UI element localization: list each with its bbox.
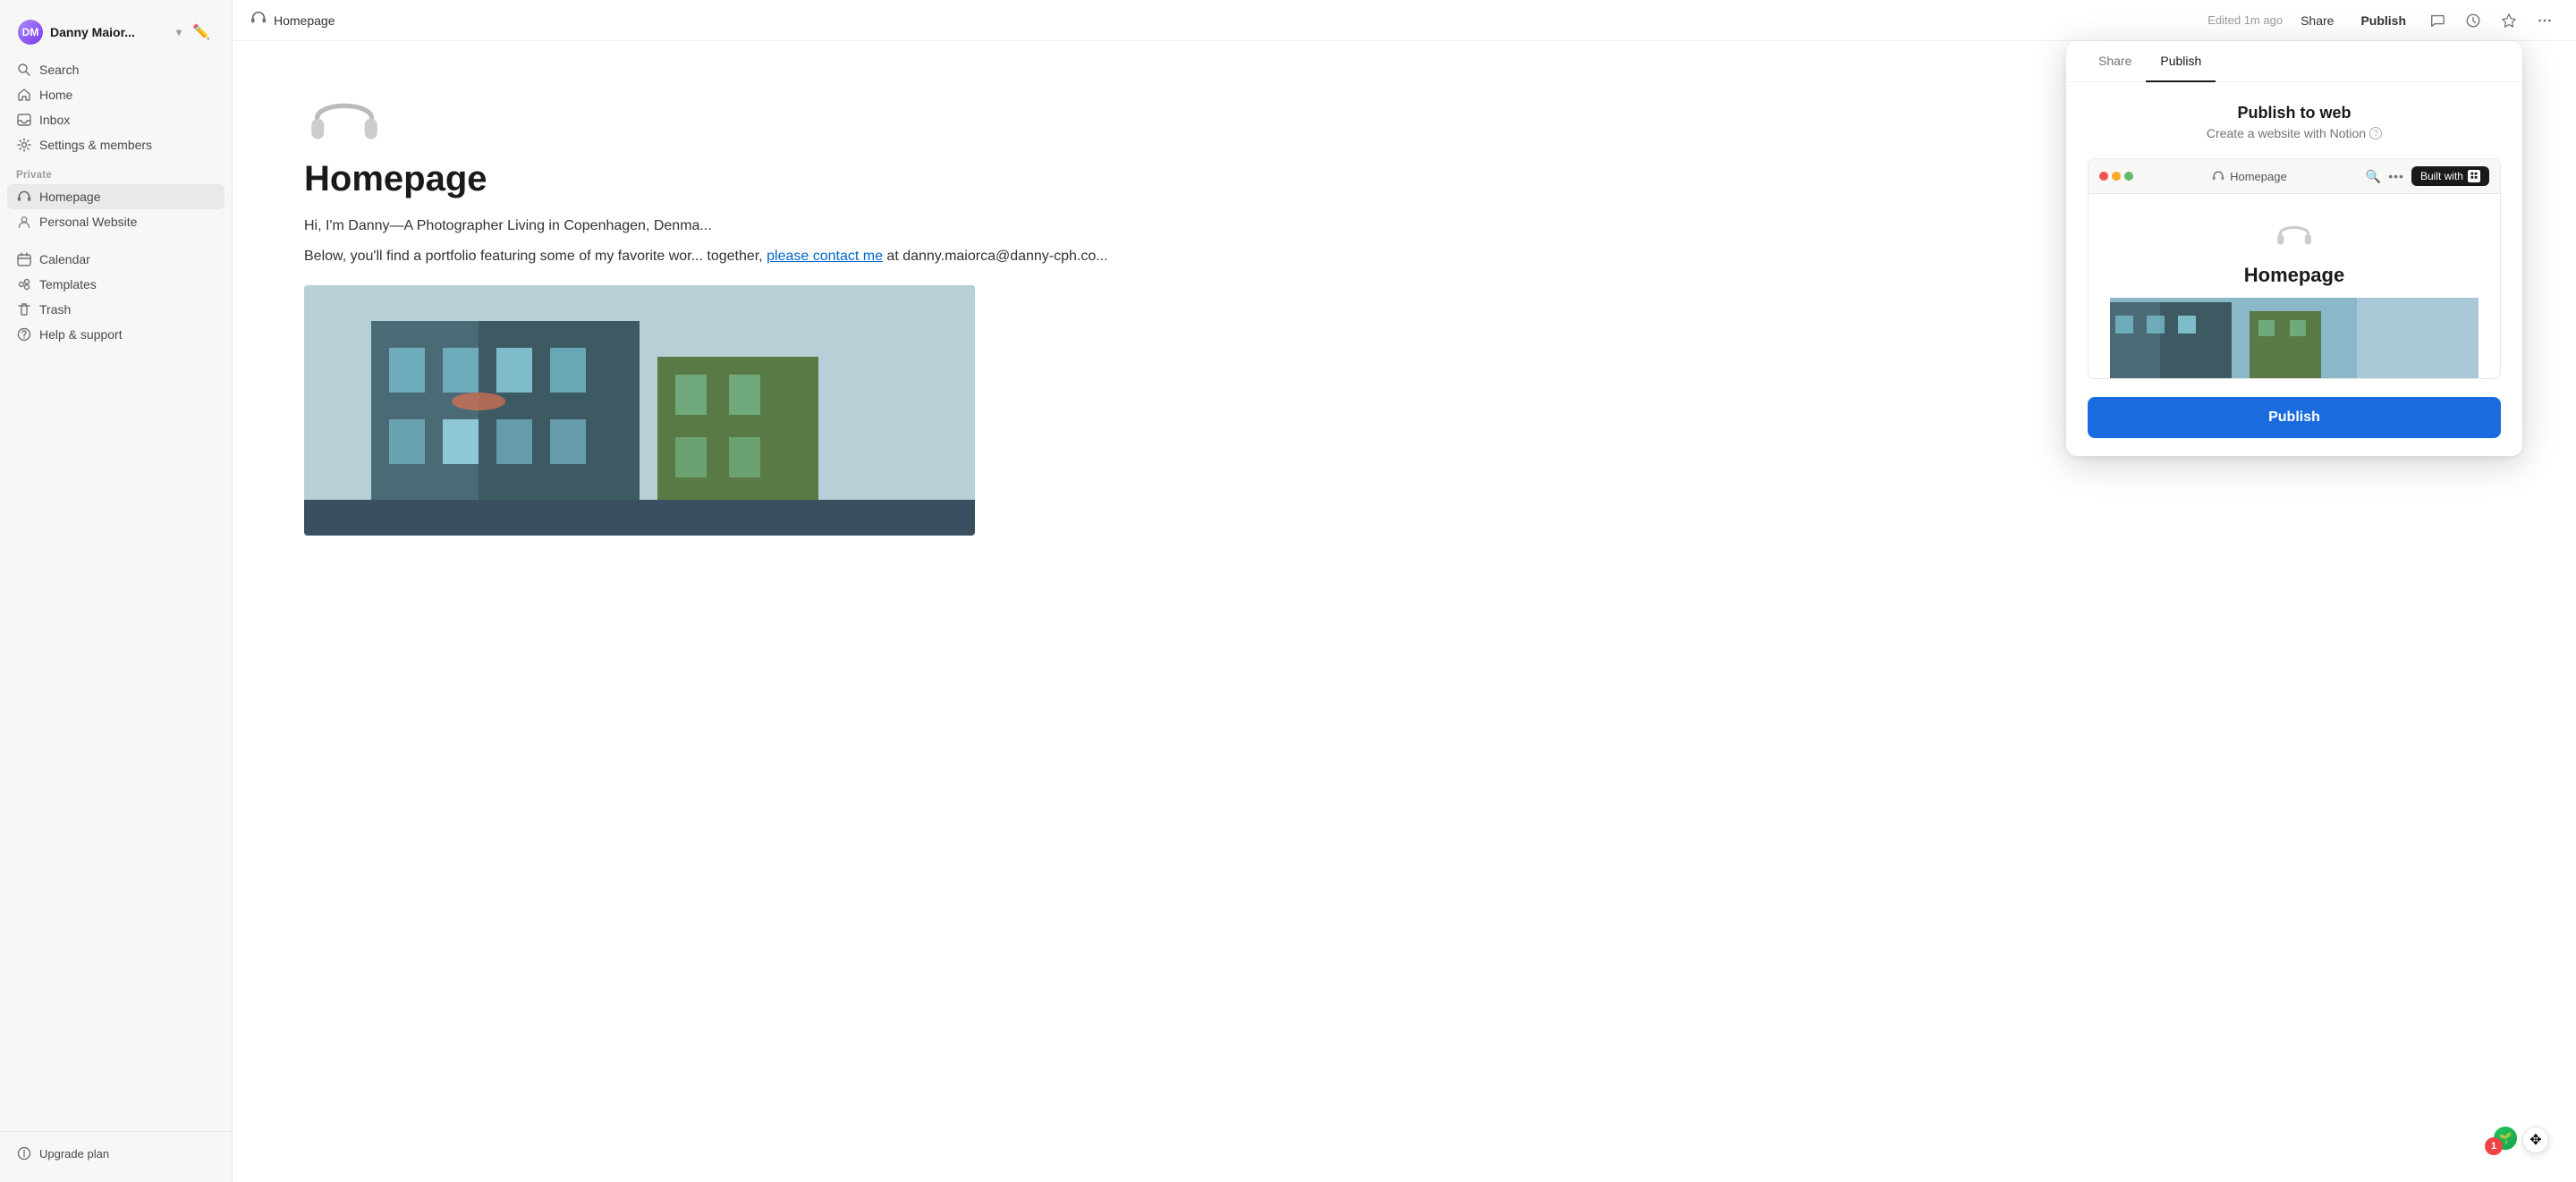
info-icon: ? xyxy=(2369,127,2382,139)
gear-icon xyxy=(16,137,32,153)
avatar: DM xyxy=(18,20,43,45)
user-menu[interactable]: DM Danny Maior... ▾ ✏️ xyxy=(9,14,223,50)
home-icon xyxy=(16,87,32,103)
user-name: Danny Maior... xyxy=(50,25,169,39)
preview-headphone-icon xyxy=(2273,212,2316,255)
modal-subtitle: Create a website with Notion ? xyxy=(2088,126,2501,140)
sidebar-item-calendar[interactable]: Calendar xyxy=(7,247,225,272)
comment-button[interactable] xyxy=(2424,9,2451,32)
sidebar-item-label: Inbox xyxy=(39,113,70,127)
upgrade-plan-button[interactable]: Upgrade plan xyxy=(7,1139,225,1168)
topbar-page-title: Homepage xyxy=(274,13,335,28)
sidebar-item-label: Search xyxy=(39,63,79,77)
sidebar: DM Danny Maior... ▾ ✏️ Search Home Inbox xyxy=(0,0,233,1182)
modal-tabs: Share Publish xyxy=(2066,41,2522,82)
trash-icon xyxy=(16,301,32,317)
sidebar-item-label: Templates xyxy=(39,277,97,291)
section-label: Private xyxy=(0,161,232,182)
modal-body: Publish to web Create a website with Not… xyxy=(2066,82,2522,456)
share-button[interactable]: Share xyxy=(2292,10,2343,31)
sidebar-nav: Search Home Inbox Settings & members xyxy=(0,54,232,161)
topbar-right: Edited 1m ago Share Publish xyxy=(2207,9,2558,32)
search-icon xyxy=(16,62,32,78)
preview-content: Homepage xyxy=(2089,194,2500,378)
inbox-icon xyxy=(16,112,32,128)
help-icon xyxy=(16,326,32,342)
more-options-button[interactable] xyxy=(2531,9,2558,32)
built-with-text: Built with xyxy=(2420,170,2463,182)
headphones-icon xyxy=(16,189,32,205)
preview-page-title: Homepage xyxy=(2110,264,2479,287)
preview-more-icon[interactable]: ••• xyxy=(2388,169,2404,183)
floating-avatars: 🌱 1 ✥ xyxy=(2492,1125,2549,1155)
page-item-label: Homepage xyxy=(39,190,101,204)
sidebar-item-settings[interactable]: Settings & members xyxy=(7,132,225,157)
preview-search-icon[interactable]: 🔍 xyxy=(2366,169,2381,184)
tab-share[interactable]: Share xyxy=(2084,41,2146,82)
preview-window: Homepage 🔍 ••• Built with xyxy=(2088,158,2501,379)
move-cursor-button[interactable]: ✥ xyxy=(2522,1127,2549,1153)
sidebar-item-templates[interactable]: Templates xyxy=(7,272,225,297)
contact-link[interactable]: please contact me xyxy=(767,249,883,264)
page-header-icon xyxy=(304,77,385,157)
sidebar-item-search[interactable]: Search xyxy=(7,57,225,82)
dot-green xyxy=(2124,172,2133,181)
page-cover-image xyxy=(304,285,975,536)
edited-timestamp: Edited 1m ago xyxy=(2207,13,2283,27)
calendar-icon xyxy=(16,251,32,267)
sidebar-item-home[interactable]: Home xyxy=(7,82,225,107)
preview-cover-image xyxy=(2110,298,2479,378)
sidebar-item-label: Home xyxy=(39,88,72,102)
sidebar-item-trash[interactable]: Trash xyxy=(7,297,225,322)
sidebar-item-label: Trash xyxy=(39,302,71,317)
history-button[interactable] xyxy=(2460,9,2487,32)
sidebar-item-inbox[interactable]: Inbox xyxy=(7,107,225,132)
sidebar-item-label: Calendar xyxy=(39,252,90,266)
preview-page-label: Homepage xyxy=(2212,170,2287,183)
dot-red xyxy=(2099,172,2108,181)
preview-toolbar: Homepage 🔍 ••• Built with xyxy=(2089,159,2500,194)
preview-actions: 🔍 ••• Built with xyxy=(2366,166,2489,186)
avatar-container: 🌱 1 xyxy=(2492,1125,2519,1155)
topbar-left: Homepage xyxy=(250,10,335,30)
upgrade-label: Upgrade plan xyxy=(39,1147,109,1161)
modal-publish-button[interactable]: Publish xyxy=(2088,397,2501,438)
upgrade-icon xyxy=(16,1145,32,1161)
dot-yellow xyxy=(2112,172,2121,181)
topbar-page-icon xyxy=(250,10,267,30)
preview-title-label: Homepage xyxy=(2230,170,2287,183)
modal-title: Publish to web xyxy=(2088,104,2501,122)
sidebar-upgrade: Upgrade plan xyxy=(0,1131,232,1175)
topbar: Homepage Edited 1m ago Share Publish xyxy=(233,0,2576,41)
person-icon xyxy=(16,214,32,230)
sidebar-item-personal-website[interactable]: Personal Website xyxy=(7,209,225,234)
publish-button-topbar[interactable]: Publish xyxy=(2351,10,2415,31)
chevron-down-icon: ▾ xyxy=(176,26,182,38)
page-item-label: Personal Website xyxy=(39,215,137,229)
window-dots xyxy=(2099,172,2133,181)
sidebar-item-help[interactable]: Help & support xyxy=(7,322,225,347)
sidebar-item-label: Help & support xyxy=(39,327,123,342)
tab-publish[interactable]: Publish xyxy=(2146,41,2216,82)
built-with-badge[interactable]: Built with xyxy=(2411,166,2489,186)
sidebar-section-private: Private Homepage Personal Website xyxy=(0,161,232,236)
favorite-button[interactable] xyxy=(2496,9,2522,32)
sidebar-item-homepage[interactable]: Homepage xyxy=(7,184,225,209)
sidebar-bottom-nav: Calendar Templates Trash Help & support xyxy=(0,240,232,347)
sidebar-header: DM Danny Maior... ▾ ✏️ xyxy=(0,7,232,54)
new-page-icon[interactable]: ✏️ xyxy=(189,20,214,45)
publish-modal: Share Publish Publish to web Create a we… xyxy=(2066,41,2522,456)
templates-icon xyxy=(16,276,32,292)
sidebar-item-label: Settings & members xyxy=(39,138,152,152)
